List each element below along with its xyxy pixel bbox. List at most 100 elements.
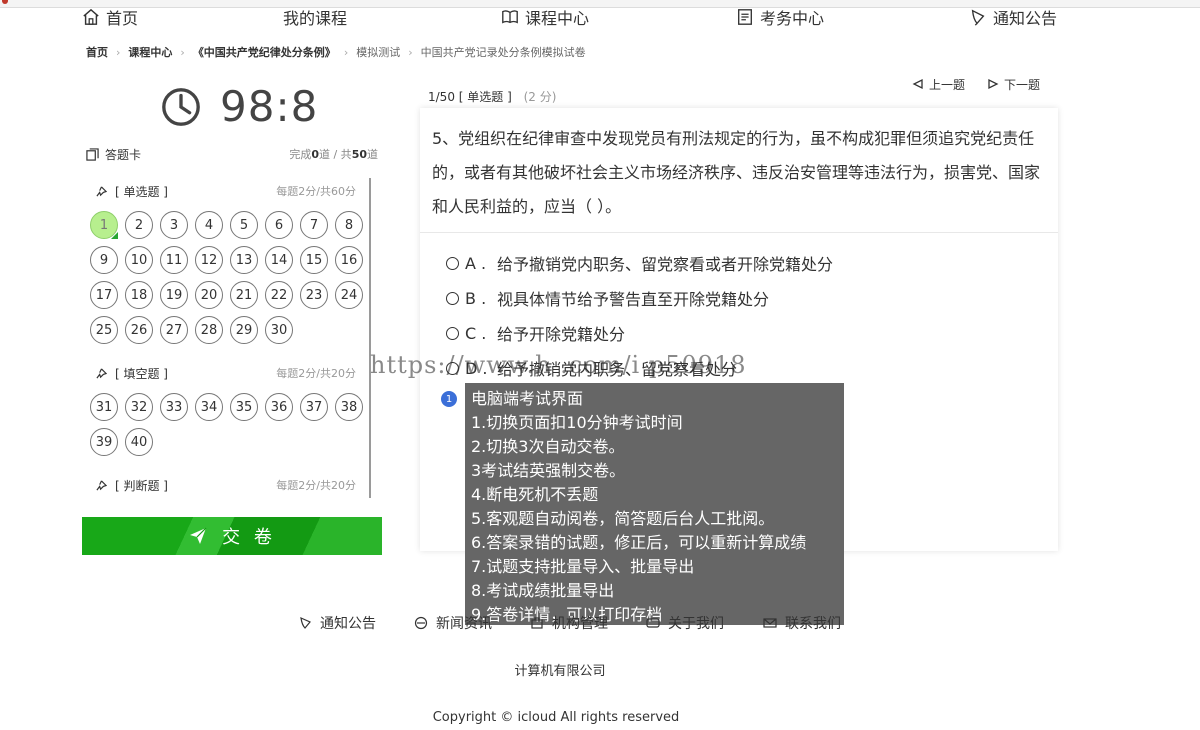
nav-exam-center[interactable]: 考务中心 xyxy=(736,6,824,28)
next-question-button[interactable]: 下一题 xyxy=(987,76,1040,92)
submit-exam-label: 交 卷 xyxy=(222,527,276,548)
answer-card-header: 答题卡 完成0道 / 共50道 xyxy=(86,145,378,163)
nav-my-courses[interactable]: 我的课程 xyxy=(283,6,347,28)
footer-news-link[interactable]: 新闻资讯 xyxy=(414,613,492,633)
question-number-37[interactable]: 37 xyxy=(300,393,328,421)
option-c[interactable]: C . 给予开除党籍处分 xyxy=(446,322,625,344)
question-grid-single-choice: 1 2 3 4 5 6 7 8 9 10 11 12 13 14 15 16 17 18 19 20 21 22 23 24 2… xyxy=(90,211,366,344)
question-number-9[interactable]: 9 xyxy=(90,246,118,274)
tab-favicon-icon xyxy=(2,0,8,4)
option-a[interactable]: A . 给予撤销党内职务、留党察看或者开除党籍处分 xyxy=(446,252,833,274)
question-number-3[interactable]: 3 xyxy=(160,211,188,239)
progress-suffix: 道 xyxy=(367,148,378,161)
progress-mid: 道 / 共 xyxy=(318,148,352,161)
question-number-10[interactable]: 10 xyxy=(125,246,153,274)
option-key: D . xyxy=(465,358,488,378)
nav-notice[interactable]: 通知公告 xyxy=(969,6,1057,28)
question-number-12[interactable]: 12 xyxy=(195,246,223,274)
nav-course-center[interactable]: 课程中心 xyxy=(501,6,589,28)
question-number-14[interactable]: 14 xyxy=(265,246,293,274)
question-number-8[interactable]: 8 xyxy=(335,211,363,239)
question-number-23[interactable]: 23 xyxy=(300,281,328,309)
question-number-19[interactable]: 19 xyxy=(160,281,188,309)
option-d[interactable]: D . 给予撤销党内职务、留党察看处分 xyxy=(446,357,737,379)
annotation-badge[interactable]: 1 xyxy=(441,391,457,407)
notice-icon xyxy=(300,617,311,629)
question-number-22[interactable]: 22 xyxy=(265,281,293,309)
question-number-2[interactable]: 2 xyxy=(125,211,153,239)
answer-sheet[interactable]: [ 单选题 ] 每题2分/共60分 1 2 3 4 5 6 7 8 9 10 11 12 13 14 15 1… xyxy=(86,178,371,498)
question-number-11[interactable]: 11 xyxy=(160,246,188,274)
option-text: 给予开除党籍处分 xyxy=(497,325,626,344)
breadcrumb-current-paper: 中国共产党记录处分条例模拟试卷 xyxy=(420,46,586,59)
section-rule: 每题2分/共60分 xyxy=(276,185,356,198)
question-number-21[interactable]: 21 xyxy=(230,281,258,309)
submit-exam-button[interactable]: 交 卷 xyxy=(82,517,382,555)
question-grid-fill-blank: 31 32 33 34 35 36 37 38 39 40 xyxy=(90,393,366,456)
question-number-33[interactable]: 33 xyxy=(160,393,188,421)
question-number-6[interactable]: 6 xyxy=(265,211,293,239)
question-number-1[interactable]: 1 xyxy=(90,211,118,239)
question-number-35[interactable]: 35 xyxy=(230,393,258,421)
news-icon xyxy=(414,616,428,630)
arrow-right-icon xyxy=(988,78,999,90)
question-number-34[interactable]: 34 xyxy=(195,393,223,421)
footer-link-label: 联系我们 xyxy=(785,616,841,632)
nav-home[interactable]: 首页 xyxy=(82,6,138,28)
progress-prefix: 完成 xyxy=(289,148,312,161)
question-number-5[interactable]: 5 xyxy=(230,211,258,239)
footer-notice-link[interactable]: 通知公告 xyxy=(298,613,376,633)
exam-document-icon xyxy=(738,9,752,25)
question-number-4[interactable]: 4 xyxy=(195,211,223,239)
option-key: A . xyxy=(465,253,487,273)
option-b[interactable]: B . 视具体情节给予警告直至开除党籍处分 xyxy=(446,287,769,309)
footer-about-link[interactable]: 关于我们 xyxy=(646,613,724,633)
breadcrumb-course-center[interactable]: 课程中心 xyxy=(128,44,172,60)
question-number-24[interactable]: 24 xyxy=(335,281,363,309)
section-name: [ 判断题 ] xyxy=(115,478,168,493)
question-number-18[interactable]: 18 xyxy=(125,281,153,309)
company-name: 计算机有限公司 xyxy=(514,664,606,679)
tooltip-line: 1.切换页面扣10分钟考试时间 xyxy=(471,413,683,432)
option-key: C . xyxy=(465,323,487,343)
question-score: (2 分) xyxy=(523,90,557,104)
tooltip-line: 3考试结英强制交卷。 xyxy=(471,461,626,480)
question-number-25[interactable]: 25 xyxy=(90,316,118,344)
question-number-27[interactable]: 27 xyxy=(160,316,188,344)
about-icon xyxy=(646,618,660,628)
answer-card-title-text: 答题卡 xyxy=(105,147,142,162)
radio-icon[interactable] xyxy=(446,256,459,270)
radio-icon[interactable] xyxy=(446,326,459,340)
question-number-17[interactable]: 17 xyxy=(90,281,118,309)
question-number-20[interactable]: 20 xyxy=(195,281,223,309)
question-number-36[interactable]: 36 xyxy=(265,393,293,421)
footer-contact-link[interactable]: 联系我们 xyxy=(763,613,841,633)
option-text: 给予撤销党内职务、留党察看处分 xyxy=(497,360,738,379)
breadcrumb-home[interactable]: 首页 xyxy=(86,44,108,60)
question-number-28[interactable]: 28 xyxy=(195,316,223,344)
section-rule: 每题2分/共20分 xyxy=(276,367,356,380)
breadcrumb-course[interactable]: 《中国共产党纪律处分条例》 xyxy=(193,44,336,60)
prev-question-button[interactable]: 上一题 xyxy=(912,76,965,92)
footer-link-label: 通知公告 xyxy=(320,616,376,632)
footer-link-label: 关于我们 xyxy=(668,616,724,632)
radio-icon[interactable] xyxy=(446,361,459,375)
question-number-16[interactable]: 16 xyxy=(335,246,363,274)
organization-icon xyxy=(531,617,543,629)
question-number-26[interactable]: 26 xyxy=(125,316,153,344)
footer-org-link[interactable]: 机构管理 xyxy=(530,613,608,633)
question-number-29[interactable]: 29 xyxy=(230,316,258,344)
breadcrumb-separator-icon: › xyxy=(116,45,121,59)
question-number-40[interactable]: 40 xyxy=(125,428,153,456)
breadcrumb-mock-test[interactable]: 模拟测试 xyxy=(356,44,400,60)
question-number-32[interactable]: 32 xyxy=(125,393,153,421)
question-number-7[interactable]: 7 xyxy=(300,211,328,239)
radio-icon[interactable] xyxy=(446,291,459,305)
question-stem: 5、党组织在纪律审查中发现党员有刑法规定的行为，虽不构成犯罪但须追究党纪责任的，… xyxy=(432,129,1041,216)
question-number-30[interactable]: 30 xyxy=(265,316,293,344)
question-number-31[interactable]: 31 xyxy=(90,393,118,421)
question-number-39[interactable]: 39 xyxy=(90,428,118,456)
question-number-38[interactable]: 38 xyxy=(335,393,363,421)
question-number-13[interactable]: 13 xyxy=(230,246,258,274)
question-number-15[interactable]: 15 xyxy=(300,246,328,274)
